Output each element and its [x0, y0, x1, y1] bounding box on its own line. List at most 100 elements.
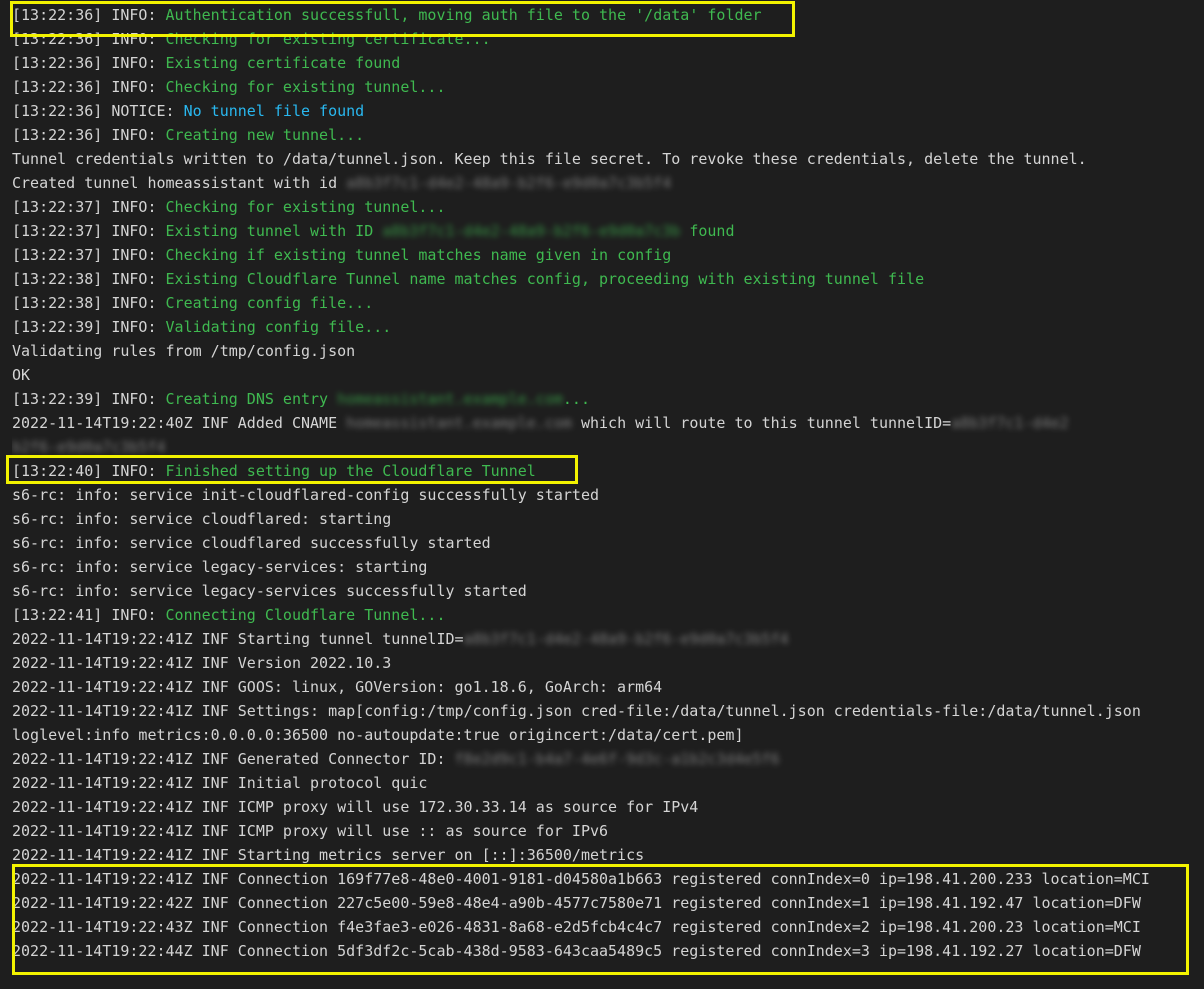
- log-message: s6-rc: info: service cloudflared success…: [12, 534, 491, 552]
- log-message: Tunnel credentials written to /data/tunn…: [12, 150, 1087, 168]
- log-line: [13:22:36] INFO: Checking for existing c…: [12, 27, 1202, 51]
- log-message: OK: [12, 366, 31, 384]
- log-message: s6-rc: info: service cloudflared: starti…: [12, 510, 392, 528]
- log-message: Authentication successfull, moving auth …: [165, 6, 762, 24]
- log-line: [13:22:39] INFO: Validating config file.…: [12, 315, 1202, 339]
- log-message: Checking for existing tunnel...: [165, 78, 446, 96]
- log-line: Tunnel credentials written to /data/tunn…: [12, 147, 1202, 171]
- log-prefix: [13:22:38] INFO:: [12, 294, 166, 312]
- log-message: 2022-11-14T19:22:42Z INF Connection 227c…: [12, 894, 1141, 912]
- log-prefix: [13:22:36] INFO:: [12, 30, 166, 48]
- log-message: Creating new tunnel...: [165, 126, 365, 144]
- log-message-suffix: which will route to this tunnel tunnelID…: [571, 414, 952, 432]
- log-line: 2022-11-14T19:22:41Z INF ICMP proxy will…: [12, 819, 1202, 843]
- log-message: 2022-11-14T19:22:41Z INF ICMP proxy will…: [12, 822, 609, 840]
- log-message: 2022-11-14T19:22:41Z INF GOOS: linux, GO…: [12, 678, 663, 696]
- log-message: 2022-11-14T19:22:41Z INF Settings: map[c…: [12, 702, 1141, 720]
- log-message: 2022-11-14T19:22:41Z INF Initial protoco…: [12, 774, 428, 792]
- terminal-log: [13:22:36] INFO: Authentication successf…: [12, 3, 1202, 963]
- log-message: 2022-11-14T19:22:41Z INF Generated Conne…: [12, 750, 455, 768]
- log-message: 2022-11-14T19:22:43Z INF Connection f4e3…: [12, 918, 1141, 936]
- log-line: b2f6-e9d0a7c3b5f4: [12, 435, 1202, 459]
- log-line: s6-rc: info: service cloudflared: starti…: [12, 507, 1202, 531]
- log-prefix: [13:22:37] INFO:: [12, 222, 166, 240]
- log-line: 2022-11-14T19:22:41Z INF GOOS: linux, GO…: [12, 675, 1202, 699]
- log-line: s6-rc: info: service legacy-services suc…: [12, 579, 1202, 603]
- log-prefix: [13:22:36] INFO:: [12, 78, 166, 96]
- log-message: s6-rc: info: service legacy-services: st…: [12, 558, 428, 576]
- log-line: loglevel:info metrics:0.0.0.0:36500 no-a…: [12, 723, 1202, 747]
- log-line: 2022-11-14T19:22:42Z INF Connection 227c…: [12, 891, 1202, 915]
- log-line: 2022-11-14T19:22:44Z INF Connection 5df3…: [12, 939, 1202, 963]
- log-prefix: [13:22:36] NOTICE:: [12, 102, 184, 120]
- log-line: 2022-11-14T19:22:43Z INF Connection f4e3…: [12, 915, 1202, 939]
- log-message: 2022-11-14T19:22:41Z INF ICMP proxy will…: [12, 798, 699, 816]
- log-message: s6-rc: info: service legacy-services suc…: [12, 582, 527, 600]
- log-message: Validating config file...: [165, 318, 392, 336]
- log-message: Finished setting up the Cloudflare Tunne…: [165, 462, 536, 480]
- log-message: loglevel:info metrics:0.0.0.0:36500 no-a…: [12, 726, 744, 744]
- log-message: s6-rc: info: service init-cloudflared-co…: [12, 486, 599, 504]
- log-message: Creating config file...: [165, 294, 374, 312]
- log-message: Existing certificate found: [165, 54, 401, 72]
- log-line: [13:22:36] INFO: Authentication successf…: [12, 3, 1202, 27]
- log-message: 2022-11-14T19:22:41Z INF Version 2022.10…: [12, 654, 392, 672]
- log-line: Validating rules from /tmp/config.json: [12, 339, 1202, 363]
- log-line: [13:22:38] INFO: Creating config file...: [12, 291, 1202, 315]
- log-message: 2022-11-14T19:22:41Z INF Starting metric…: [12, 846, 645, 864]
- log-line: s6-rc: info: service cloudflared success…: [12, 531, 1202, 555]
- log-message: 2022-11-14T19:22:41Z INF Starting tunnel…: [12, 630, 464, 648]
- log-line: 2022-11-14T19:22:41Z INF Settings: map[c…: [12, 699, 1202, 723]
- log-line: [13:22:36] NOTICE: No tunnel file found: [12, 99, 1202, 123]
- log-message: Connecting Cloudflare Tunnel...: [165, 606, 446, 624]
- log-line: [13:22:36] INFO: Existing certificate fo…: [12, 51, 1202, 75]
- log-message: Checking if existing tunnel matches name…: [165, 246, 672, 264]
- redacted-value: a8b3f7c1-d4e2-48a9-b2f6-e9d0a7c3b5f4: [463, 630, 789, 648]
- log-message: Existing Cloudflare Tunnel name matches …: [165, 270, 925, 288]
- log-prefix: [13:22:37] INFO:: [12, 246, 166, 264]
- log-line: 2022-11-14T19:22:41Z INF Starting metric…: [12, 843, 1202, 867]
- log-message: Validating rules from /tmp/config.json: [12, 342, 356, 360]
- log-message-suffix: ...: [562, 390, 590, 408]
- log-message: 2022-11-14T19:22:40Z INF Added CNAME: [12, 414, 347, 432]
- log-line: 2022-11-14T19:22:41Z INF Connection 169f…: [12, 867, 1202, 891]
- log-line: [13:22:38] INFO: Existing Cloudflare Tun…: [12, 267, 1202, 291]
- log-prefix: [13:22:37] INFO:: [12, 198, 166, 216]
- log-line: [13:22:40] INFO: Finished setting up the…: [12, 459, 1202, 483]
- log-prefix: [13:22:40] INFO:: [12, 462, 166, 480]
- log-message: 2022-11-14T19:22:41Z INF Connection 169f…: [12, 870, 1150, 888]
- log-message: Created tunnel homeassistant with id: [12, 174, 347, 192]
- log-prefix: [13:22:36] INFO:: [12, 54, 166, 72]
- log-line: [13:22:37] INFO: Checking if existing tu…: [12, 243, 1202, 267]
- log-message: Creating DNS entry: [165, 390, 338, 408]
- log-prefix: [13:22:36] INFO:: [12, 126, 166, 144]
- log-line: 2022-11-14T19:22:41Z INF Version 2022.10…: [12, 651, 1202, 675]
- log-line: 2022-11-14T19:22:41Z INF Initial protoco…: [12, 771, 1202, 795]
- log-line: 2022-11-14T19:22:40Z INF Added CNAME hom…: [12, 411, 1202, 435]
- log-line: [13:22:39] INFO: Creating DNS entry home…: [12, 387, 1202, 411]
- redacted-value: a8b3f7c1-d4e2: [951, 414, 1069, 432]
- log-line: [13:22:36] INFO: Creating new tunnel...: [12, 123, 1202, 147]
- log-line: 2022-11-14T19:22:41Z INF Generated Conne…: [12, 747, 1202, 771]
- log-message: 2022-11-14T19:22:44Z INF Connection 5df3…: [12, 942, 1141, 960]
- redacted-value: homeassistant.example.com: [346, 414, 572, 432]
- log-prefix: [13:22:36] INFO:: [12, 6, 166, 24]
- redacted-value: a8b3f7c1-d4e2-48a9-b2f6-e9d0a7c3b: [382, 222, 681, 240]
- log-message: No tunnel file found: [183, 102, 365, 120]
- log-line: 2022-11-14T19:22:41Z INF ICMP proxy will…: [12, 795, 1202, 819]
- log-prefix: [13:22:38] INFO:: [12, 270, 166, 288]
- log-message: Existing tunnel with ID: [165, 222, 383, 240]
- log-line: Created tunnel homeassistant with id a8b…: [12, 171, 1202, 195]
- log-line: s6-rc: info: service legacy-services: st…: [12, 555, 1202, 579]
- log-line: OK: [12, 363, 1202, 387]
- redacted-value: f8e2d9c1-b4a7-4e6f-9d3c-a1b2c3d4e5f6: [454, 750, 780, 768]
- redacted-value: a8b3f7c1-d4e2-48a9-b2f6-e9d0a7c3b5f4: [346, 174, 672, 192]
- log-line: [13:22:37] INFO: Existing tunnel with ID…: [12, 219, 1202, 243]
- redacted-value: b2f6-e9d0a7c3b5f4: [12, 438, 166, 456]
- log-message: Checking for existing tunnel...: [165, 198, 446, 216]
- log-message: Checking for existing certificate...: [165, 30, 491, 48]
- log-line: 2022-11-14T19:22:41Z INF Starting tunnel…: [12, 627, 1202, 651]
- log-line: [13:22:37] INFO: Checking for existing t…: [12, 195, 1202, 219]
- log-prefix: [13:22:39] INFO:: [12, 390, 166, 408]
- redacted-value: homeassistant.example.com: [337, 390, 563, 408]
